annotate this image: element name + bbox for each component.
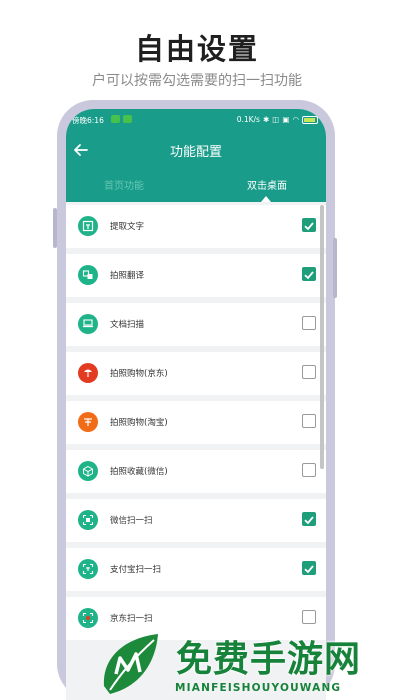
checkbox-checked[interactable]	[302, 561, 316, 575]
box-icon	[78, 461, 98, 481]
list-item[interactable]: 微信扫一扫	[66, 499, 326, 542]
watermark-text: 免费手游网	[176, 639, 362, 680]
item-label: 拍照购物(京东)	[110, 369, 168, 379]
watermark-pinyin: MIANFEISHOUYOUWANG	[175, 682, 342, 694]
leaf-m-logo	[103, 634, 158, 694]
checkbox-unchecked[interactable]	[302, 610, 316, 624]
page-title: 功能配置	[169, 145, 222, 160]
tab-double-click-desktop[interactable]: 双击桌面	[247, 177, 287, 192]
taobao-icon	[78, 412, 98, 432]
notification-badge-icon	[111, 115, 120, 123]
list-item[interactable]: 支付宝扫一扫	[66, 548, 326, 591]
alipay-scan-icon	[78, 559, 98, 579]
list-item[interactable]: 拍照购物(京东)	[66, 352, 326, 395]
bluetooth-icon: ✱	[262, 115, 270, 124]
jd-scan-icon	[78, 608, 98, 628]
promo-subtitle: 户可以按需勾选需要的扫一扫功能	[92, 73, 302, 89]
watermark: 免费手游网 MIANFEISHOUYOUWANG	[96, 628, 394, 700]
status-bar: 傍晚6:16 0.1K/s ✱ ◫ ▣ ◠	[66, 112, 326, 128]
list-item[interactable]: 拍照收藏(微信)	[66, 450, 326, 493]
tab-indicator	[261, 196, 271, 202]
list-item[interactable]: 提取文字	[66, 205, 326, 248]
item-label: 拍照翻译	[110, 271, 145, 281]
scanner-icon	[78, 314, 98, 334]
checkbox-checked[interactable]	[302, 267, 316, 281]
phone-screen: 傍晚6:16 0.1K/s ✱ ◫ ▣ ◠ 功能配置 首页功能 双击桌面 提取文…	[66, 109, 326, 700]
text-extract-icon	[78, 216, 98, 236]
item-label: 拍照收藏(微信)	[110, 467, 168, 477]
item-label: 微信扫一扫	[110, 516, 153, 526]
sim-icon: ▣	[282, 115, 290, 124]
scrollbar[interactable]	[320, 205, 324, 469]
phone-side-button	[53, 208, 57, 248]
tab-home-functions[interactable]: 首页功能	[104, 177, 144, 192]
list-item[interactable]: 拍照翻译	[66, 254, 326, 297]
app-bar: 傍晚6:16 0.1K/s ✱ ◫ ▣ ◠ 功能配置 首页功能 双击桌面	[66, 109, 326, 202]
status-right: 0.1K/s ✱ ◫ ▣ ◠	[237, 115, 318, 124]
item-label: 提取文字	[110, 222, 145, 232]
translate-icon	[78, 265, 98, 285]
promo-title: 自由设置	[134, 32, 259, 66]
list-item[interactable]: 文档扫描	[66, 303, 326, 346]
wechat-scan-icon	[78, 510, 98, 530]
checkbox-checked[interactable]	[302, 512, 316, 526]
list-item[interactable]: 拍照购物(淘宝)	[66, 401, 326, 444]
battery-icon	[302, 115, 318, 124]
notification-badge-icon	[123, 115, 132, 123]
item-label: 拍照购物(淘宝)	[110, 418, 168, 428]
item-label: 文档扫描	[110, 320, 145, 330]
item-label: 京东扫一扫	[110, 614, 153, 624]
vibrate-icon: ◫	[272, 115, 280, 124]
network-speed: 0.1K/s	[236, 115, 260, 124]
wifi-icon: ◠	[292, 115, 299, 124]
checkbox-unchecked[interactable]	[302, 414, 316, 428]
checkbox-checked[interactable]	[302, 218, 316, 232]
phone-power-button	[333, 238, 337, 298]
item-label: 支付宝扫一扫	[110, 565, 162, 575]
checkbox-unchecked[interactable]	[302, 365, 316, 379]
phone-frame: 傍晚6:16 0.1K/s ✱ ◫ ▣ ◠ 功能配置 首页功能 双击桌面 提取文…	[53, 100, 337, 700]
checkbox-unchecked[interactable]	[302, 463, 316, 477]
jd-icon	[78, 363, 98, 383]
checkbox-unchecked[interactable]	[302, 316, 316, 330]
status-time: 傍晚6:16	[72, 116, 104, 125]
